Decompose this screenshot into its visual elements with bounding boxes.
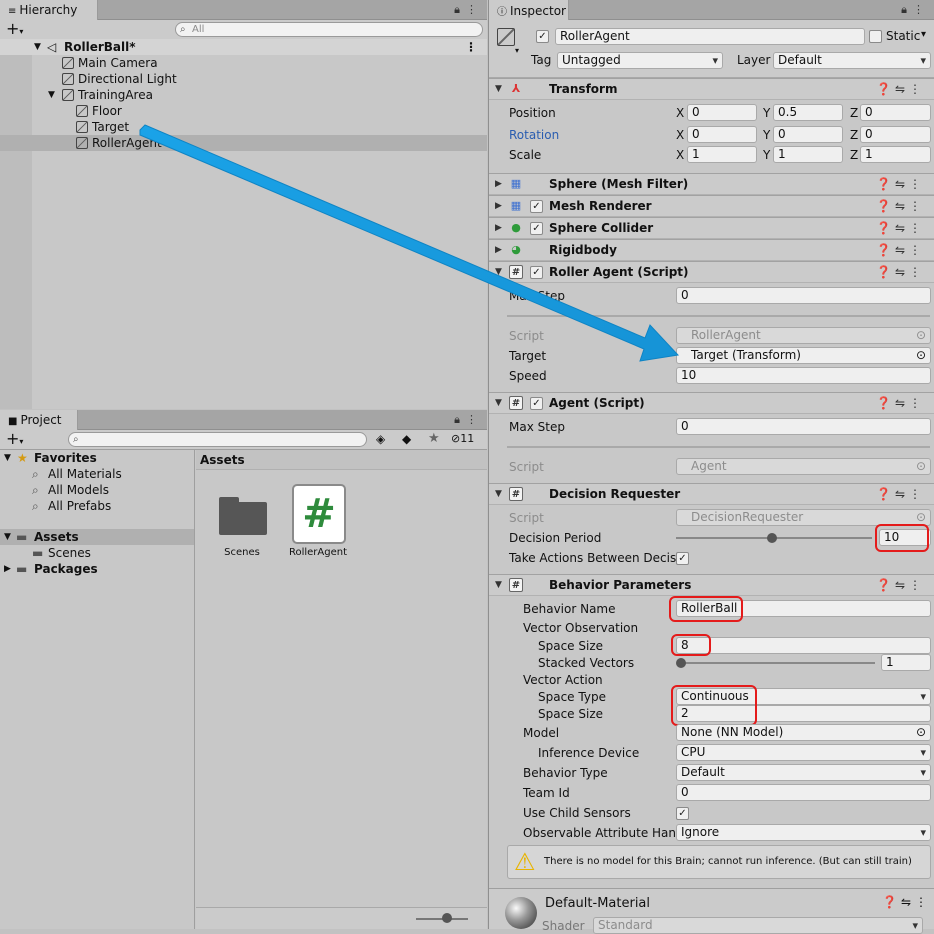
annotation-arrow	[139, 124, 680, 362]
arrow-shape	[139, 124, 680, 362]
